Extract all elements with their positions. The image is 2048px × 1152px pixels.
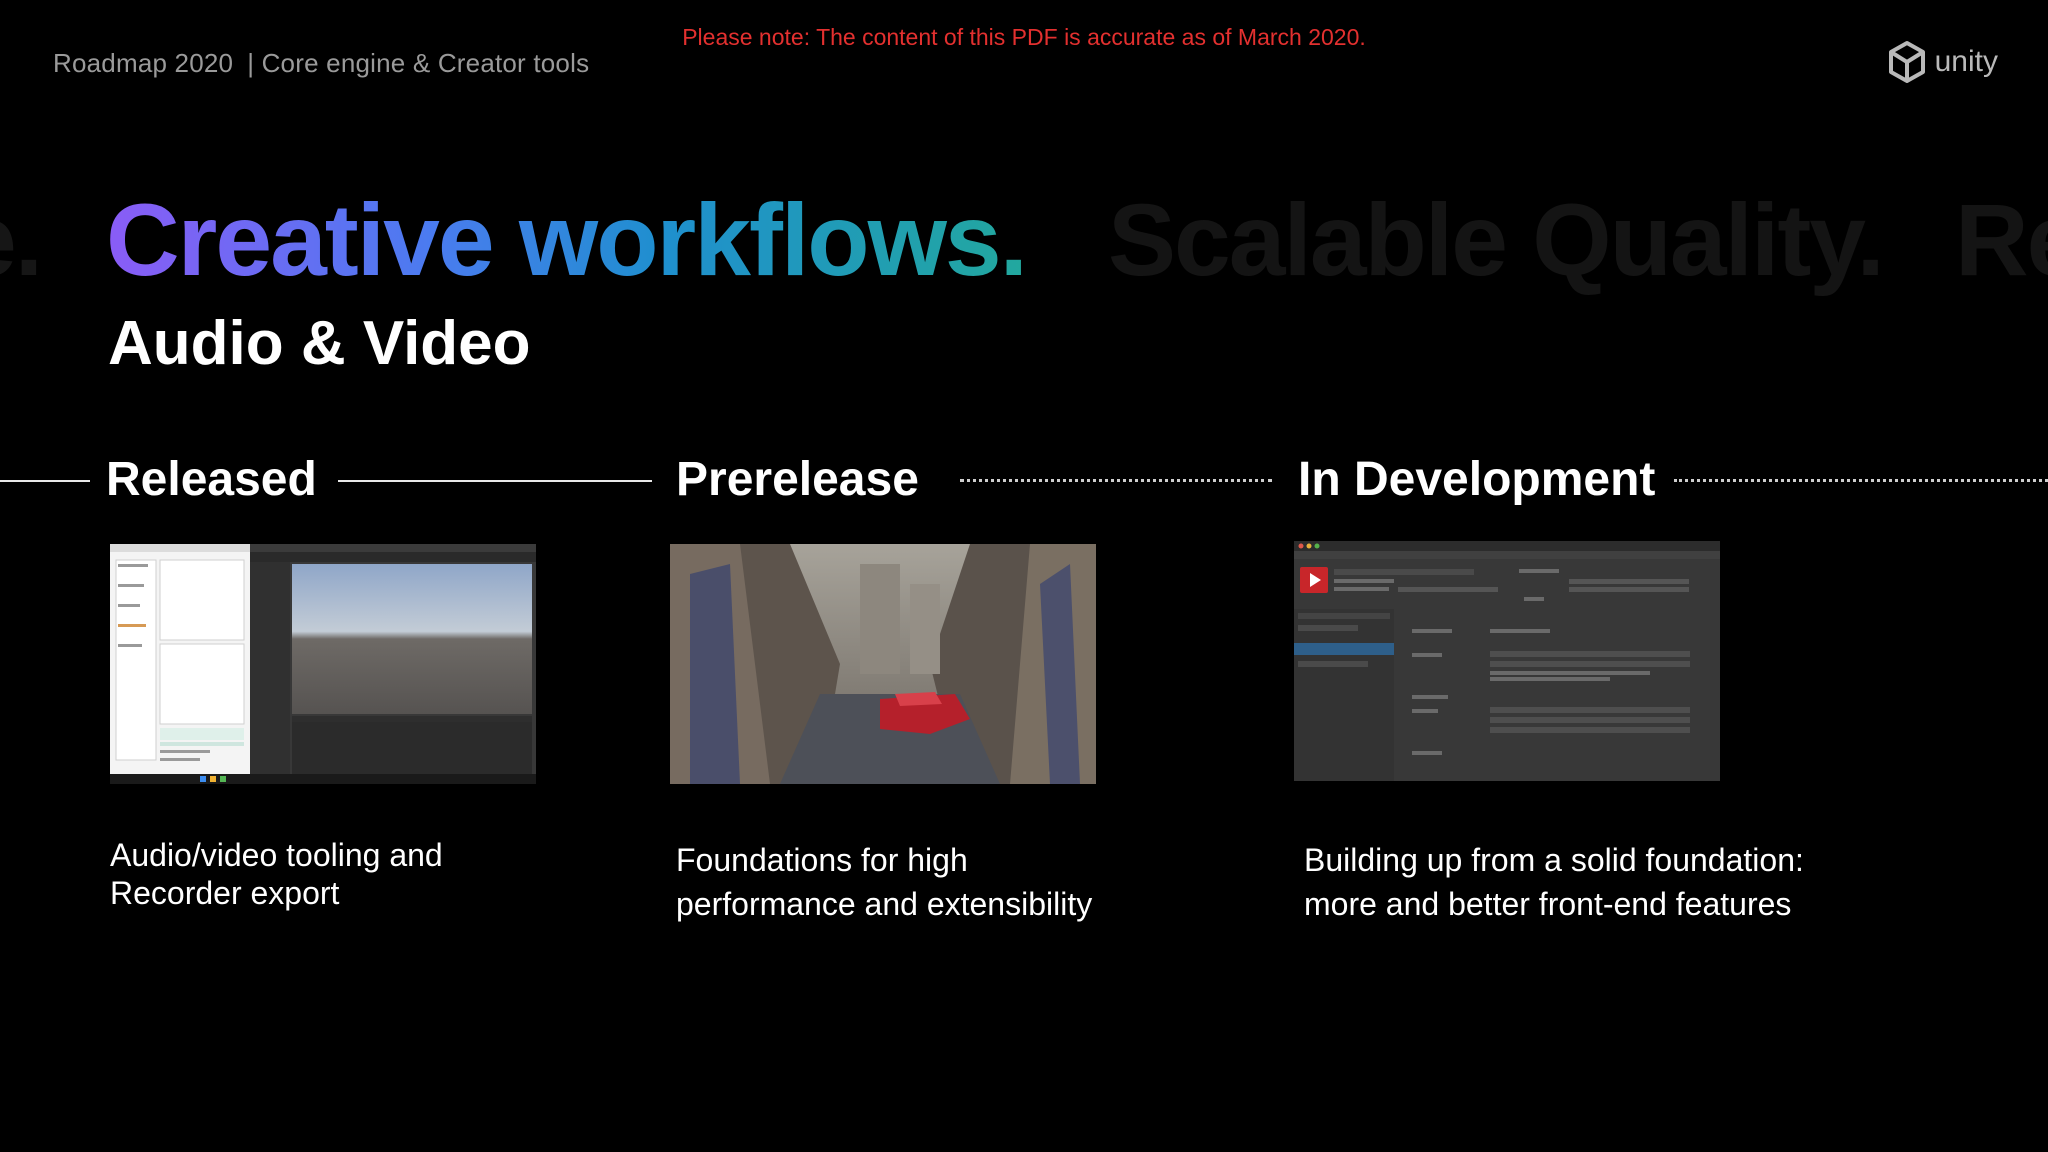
timeline-line-prerelease — [960, 479, 1272, 482]
stage-released-heading: Released — [106, 453, 317, 506]
deck-breadcrumb: Roadmap 2020 | Core engine & Creator tool… — [53, 48, 599, 79]
timeline-line-released-right — [338, 480, 652, 482]
editor-screenshot-illustration — [110, 544, 536, 784]
stage-prerelease-heading: Prerelease — [676, 453, 919, 506]
recorder-window-illustration — [1294, 541, 1720, 781]
page-title: Creative workflows. — [106, 175, 1028, 305]
accuracy-notice: Please note: The content of this PDF is … — [682, 24, 1366, 50]
unity-cube-icon — [1888, 41, 1925, 83]
page-subtitle: Audio & Video — [108, 309, 531, 378]
development-caption-line-2: more and better front-end features — [1304, 886, 1792, 922]
development-caption-line-1: Building up from a solid foundation: — [1304, 842, 1804, 878]
title-next-fragment: Re — [1955, 183, 2048, 297]
stage-development-heading: In Development — [1298, 453, 1656, 506]
roadmap-label: Roadmap 2020 — [53, 48, 234, 78]
section-label: | Core engine & Creator tools — [247, 48, 590, 78]
title-marquee: e. Creative workflows. Scalable Quality.… — [0, 175, 2048, 305]
released-caption-line-2: Recorder export — [110, 875, 340, 911]
released-caption-line-1: Audio/video tooling and — [110, 837, 443, 873]
prerelease-screenshot — [670, 544, 1096, 784]
unity-logo-text: unity — [1934, 45, 1998, 78]
timeline-line-development — [1674, 479, 2048, 482]
prerelease-caption: Foundations for high performance and ext… — [676, 838, 1092, 926]
prerelease-caption-line-2: performance and extensibility — [676, 886, 1093, 922]
unity-logo: unity — [1887, 40, 1998, 84]
title-next: Scalable Quality. — [1108, 183, 1885, 297]
released-screenshot — [110, 544, 536, 784]
title-previous-fragment: e. — [0, 183, 43, 297]
city-scene-illustration — [670, 544, 1096, 784]
development-caption: Building up from a solid foundation: mor… — [1304, 838, 1804, 926]
timeline-line-released-left — [0, 480, 90, 482]
released-caption: Audio/video tooling and Recorder export — [110, 836, 443, 912]
prerelease-caption-line-1: Foundations for high — [676, 842, 968, 878]
development-screenshot — [1294, 541, 1720, 781]
